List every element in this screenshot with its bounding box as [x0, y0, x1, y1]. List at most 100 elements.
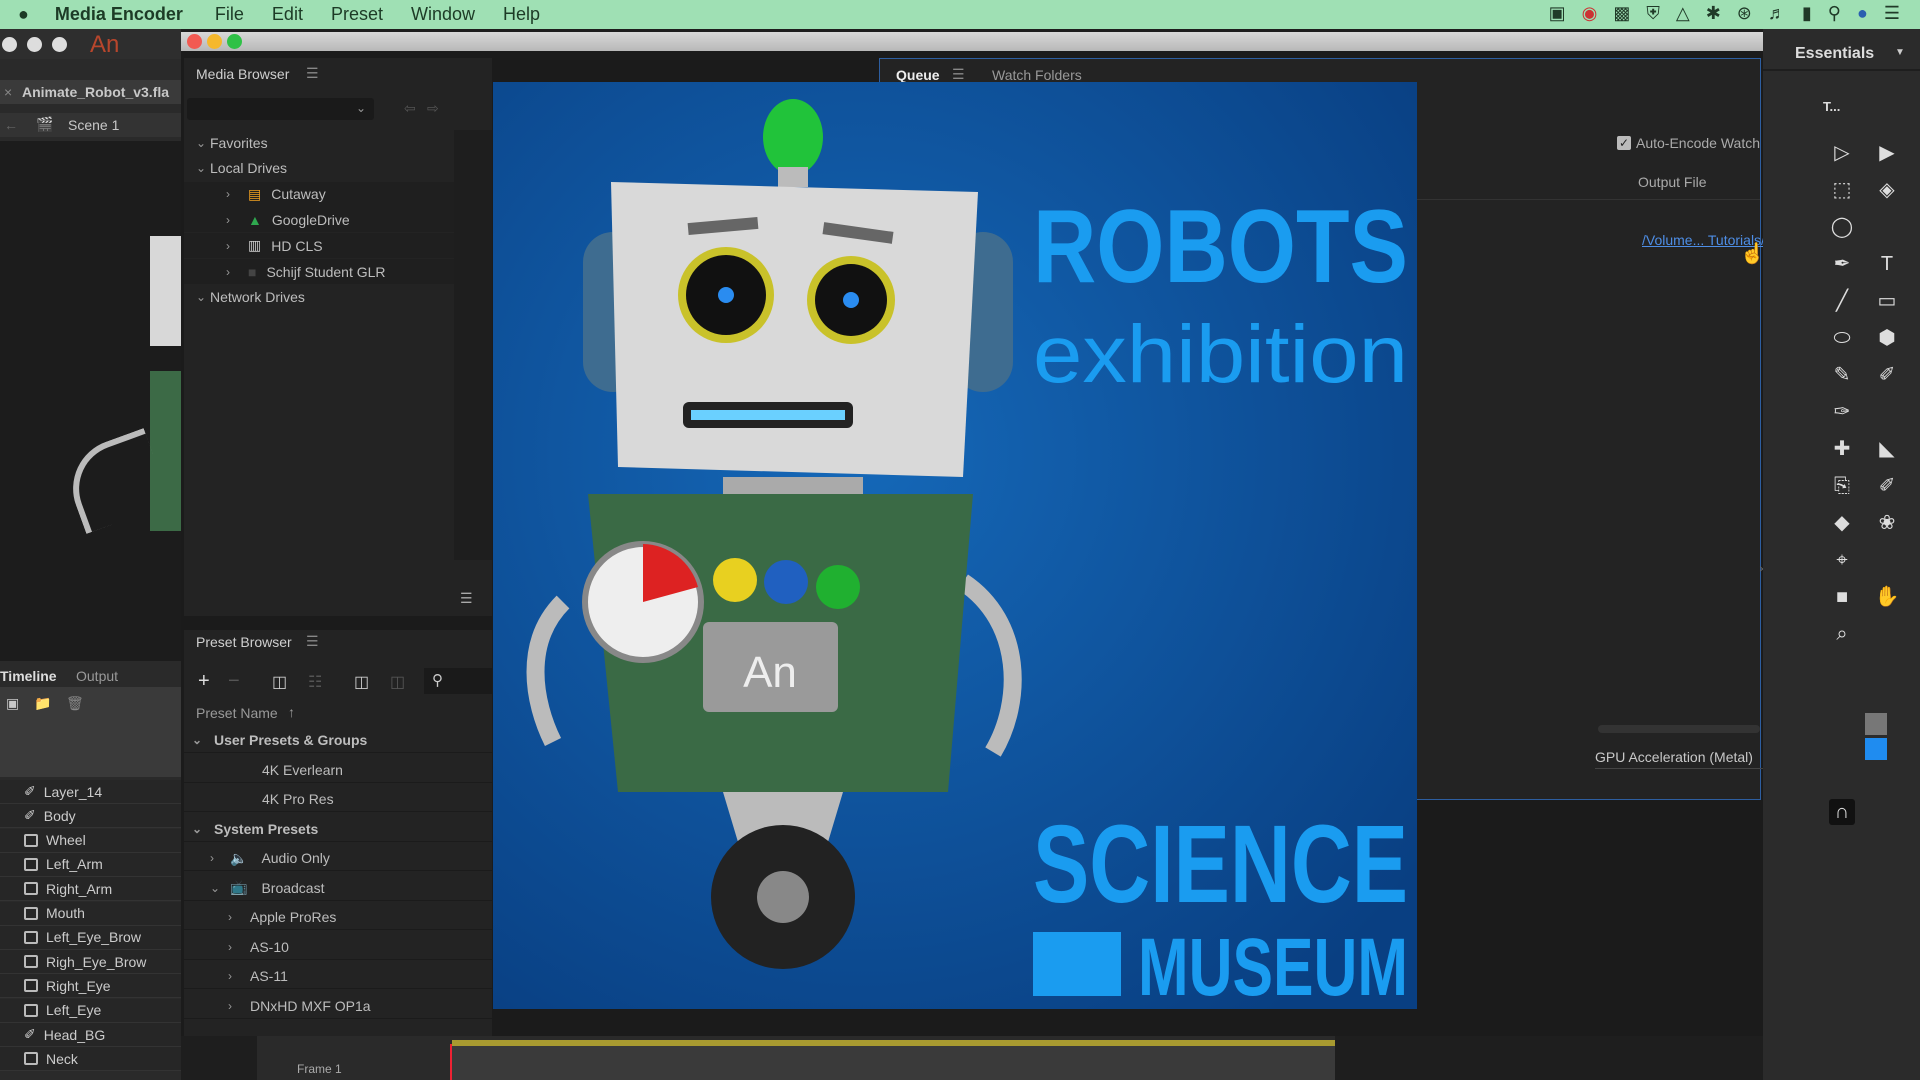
chevron-icon[interactable]: › [226, 213, 240, 227]
chevron-icon[interactable]: › [226, 265, 240, 279]
file-tab[interactable]: Animate_Robot_v3.fla [22, 84, 169, 100]
chevron-icon[interactable]: › [226, 187, 240, 201]
new-folder-icon[interactable]: 📁 [34, 695, 51, 712]
list-icon[interactable]: ☰ [1884, 3, 1900, 24]
chevron-icon[interactable]: ⌄ [192, 733, 206, 747]
width-tool-icon[interactable]: ⎘ [1829, 473, 1855, 499]
menu-help[interactable]: Help [503, 4, 540, 25]
pencil-tool-icon[interactable]: ✎ [1829, 362, 1855, 388]
scene-label[interactable]: Scene 1 [68, 117, 119, 133]
column-preset-name[interactable]: Preset Name [196, 705, 278, 721]
preset-row[interactable]: ⌄ 📺 Broadcast [184, 876, 492, 901]
settings-icon[interactable]: ☷ [308, 672, 322, 692]
layer-row[interactable]: Righ_Eye_Brow [0, 950, 181, 975]
wifi-icon[interactable]: ⊛ [1737, 3, 1752, 24]
preset-row[interactable]: 4K Pro Res [184, 787, 492, 812]
zoom-button[interactable] [227, 34, 242, 49]
new-layer-icon[interactable]: ▣ [6, 695, 19, 712]
tab-timeline[interactable]: Timeline [0, 668, 57, 684]
polystar-tool-icon[interactable]: ⬢ [1874, 325, 1900, 351]
chevron-icon[interactable]: ⌄ [210, 881, 224, 895]
bi-icon[interactable]: ▩ [1613, 3, 1630, 24]
list-view-icon[interactable]: ☰ [460, 590, 473, 607]
panel-menu-icon[interactable]: ☰ [306, 633, 319, 650]
subselection-tool-icon[interactable]: ▶ [1874, 140, 1900, 166]
tab-output[interactable]: Output [76, 668, 118, 684]
fill-color-swatch[interactable] [1865, 738, 1887, 760]
column-output-file[interactable]: Output File [1638, 174, 1706, 190]
layer-row[interactable]: ✐ Layer_14 [0, 780, 181, 804]
tree-item[interactable]: ⌄ Network Drives [184, 285, 454, 310]
horizontal-scrollbar[interactable] [1598, 725, 1760, 733]
zoom-tool-icon[interactable]: ⌕ [1829, 621, 1855, 647]
new-group-icon[interactable]: ◫ [272, 672, 287, 692]
window-zoom-button[interactable] [52, 37, 67, 52]
timeline-strip[interactable]: Frame 1 [257, 1036, 1335, 1080]
back-arrow-icon[interactable]: ← [4, 117, 18, 133]
trash-icon[interactable]: 🗑 [66, 695, 84, 712]
selection-tool-icon[interactable]: ▷ [1829, 140, 1855, 166]
camera-tool-icon[interactable]: ■ [1829, 584, 1855, 610]
location-dropdown[interactable]: ⌄ [187, 98, 374, 120]
layer-row[interactable]: Right_Eye [0, 974, 181, 999]
back-arrow-icon[interactable]: ⇦ [404, 100, 416, 117]
chevron-icon[interactable]: › [228, 969, 242, 983]
preset-row[interactable]: › AS-11 [184, 964, 492, 989]
forward-arrow-icon[interactable]: ⇨ [427, 100, 439, 117]
minimize-button[interactable] [207, 34, 222, 49]
tree-item[interactable]: ⌄ Favorites [184, 130, 454, 155]
window-close-button[interactable] [2, 37, 17, 52]
stage[interactable] [0, 141, 181, 661]
shield-icon[interactable]: ⛨ [1646, 3, 1660, 24]
preset-row[interactable]: 4K Everlearn [184, 758, 492, 783]
layer-row[interactable]: Left_Eye [0, 998, 181, 1023]
preset-row[interactable]: ⌄ System Presets [184, 817, 492, 842]
panel-menu-icon[interactable]: ☰ [306, 65, 319, 82]
chevron-icon[interactable]: › [228, 940, 242, 954]
chevron-icon[interactable]: ⌄ [196, 136, 210, 150]
panel-menu-icon[interactable]: ☰ [952, 66, 965, 83]
creative-cloud-icon[interactable]: ◉ [1582, 3, 1598, 24]
eraser-tool-icon[interactable]: ◆ [1829, 510, 1855, 536]
layer-row[interactable]: Right_Arm [0, 877, 181, 902]
airplay-icon[interactable]: △ [1676, 3, 1690, 24]
3d-rotation-tool-icon[interactable]: ◈ [1874, 177, 1900, 203]
chevron-icon[interactable]: › [226, 239, 240, 253]
chevron-icon[interactable]: ⌄ [196, 290, 210, 304]
app-menu[interactable]: Media Encoder [55, 4, 183, 25]
tree-item[interactable]: › ■ Schijf Student GLR [184, 259, 454, 284]
close-tab-icon[interactable]: × [4, 84, 12, 100]
bluetooth-icon[interactable]: ✱ [1706, 3, 1721, 24]
workspace-switcher[interactable]: Essentials [1795, 45, 1874, 63]
menu-preset[interactable]: Preset [331, 4, 383, 25]
tab-watch-folders[interactable]: Watch Folders [992, 67, 1082, 83]
menu-file[interactable]: File [215, 4, 244, 25]
add-preset-icon[interactable]: + [198, 670, 210, 693]
apple-icon[interactable]: ● [18, 4, 29, 25]
preset-row[interactable]: › AS-10 [184, 935, 492, 960]
preset-row[interactable]: › DNxHD MXF OP1a [184, 994, 492, 1019]
battery-icon[interactable]: ▮ [1802, 3, 1812, 24]
export-preset-icon[interactable]: ◫ [390, 672, 405, 692]
paint-bucket-tool-icon[interactable]: ◣ [1874, 436, 1900, 462]
pen-tool-icon[interactable]: ✒ [1829, 251, 1855, 277]
preset-row[interactable]: ⌄ User Presets & Groups [184, 728, 492, 753]
free-transform-tool-icon[interactable]: ⬚ [1829, 177, 1855, 203]
paint-brush-tool-icon[interactable]: ✐ [1874, 362, 1900, 388]
preset-search-input[interactable]: ⚲ [424, 668, 492, 694]
layer-row[interactable]: ✐ Head_BG [0, 1023, 181, 1047]
tree-item[interactable]: › ▲ GoogleDrive [184, 207, 454, 233]
bone-tool-icon[interactable]: ✚ [1829, 436, 1855, 462]
brush-tool-icon[interactable]: ✑ [1829, 399, 1855, 425]
pin-tool-icon[interactable]: ⌖ [1829, 547, 1855, 573]
rectangle-tool-icon[interactable]: ▭ [1874, 288, 1900, 314]
oval-tool-icon[interactable]: ⬭ [1829, 325, 1855, 351]
preset-row[interactable]: › Apple ProRes [184, 905, 492, 930]
preset-row[interactable]: › 🔈 Audio Only [184, 846, 492, 871]
chevron-icon[interactable]: › [210, 851, 224, 865]
tab-queue[interactable]: Queue [896, 67, 940, 83]
lasso-tool-icon[interactable]: ◯ [1829, 214, 1855, 240]
chevron-icon[interactable]: › [228, 910, 242, 924]
menu-window[interactable]: Window [411, 4, 475, 25]
camera-icon[interactable]: ▣ [1549, 3, 1566, 24]
